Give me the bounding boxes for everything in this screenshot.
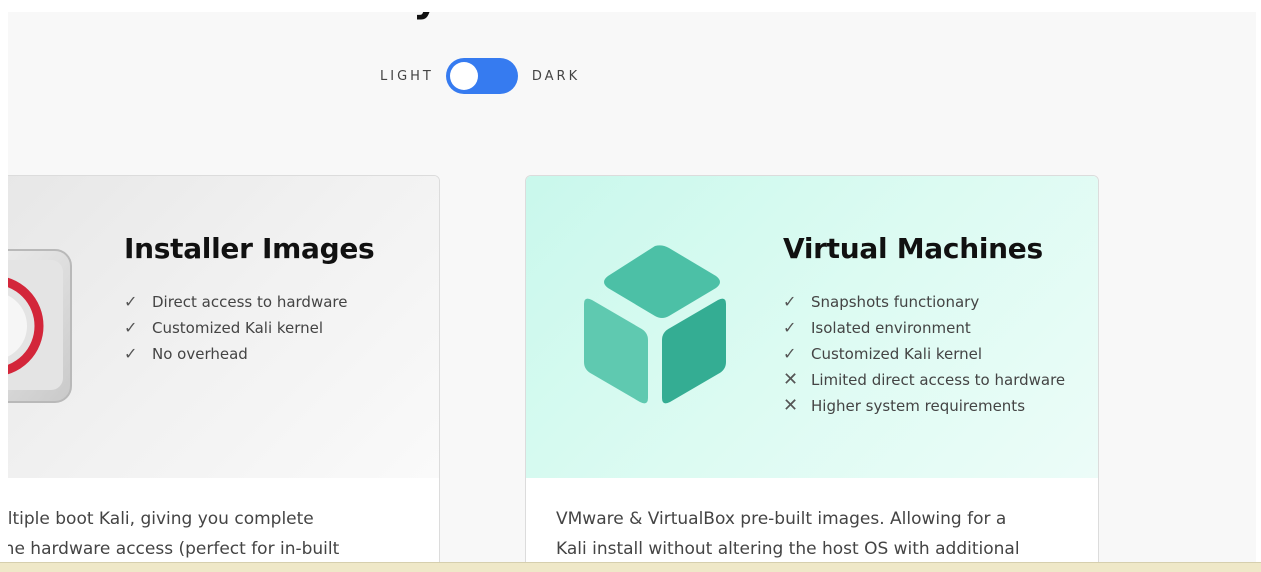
page-content: y LIGHT DARK Installer	[8, 12, 1256, 562]
vm-feature-list: ✓ Snapshots functionary ✓ Isolated envir…	[783, 289, 1073, 419]
check-icon: ✓	[783, 292, 797, 311]
installer-disc-icon	[8, 249, 72, 403]
feature-text: Higher system requirements	[811, 397, 1026, 415]
description-line: Kali install without altering the host O…	[556, 539, 1020, 559]
description-line: the hardware access (perfect for in-buil…	[8, 539, 340, 559]
theme-toggle-switch[interactable]	[445, 58, 518, 94]
list-item: ✓ Direct access to hardware	[124, 289, 424, 315]
list-item: ✓ Customized Kali kernel	[783, 341, 1073, 367]
check-icon: ✓	[124, 292, 138, 311]
feature-text: Customized Kali kernel	[811, 345, 983, 363]
feature-text: Direct access to hardware	[152, 293, 348, 311]
theme-toggle-knob	[449, 62, 478, 90]
feature-text: Snapshots functionary	[811, 293, 980, 311]
cross-icon: ✕	[783, 369, 799, 390]
check-icon: ✓	[783, 318, 797, 337]
installer-card-description: ultiple boot Kali, giving you complete t…	[8, 504, 339, 562]
vm-card-title: Virtual Machines	[783, 232, 1043, 265]
installer-images-card[interactable]: Installer Images ✓ Direct access to hard…	[8, 175, 440, 562]
installer-card-title: Installer Images	[124, 232, 375, 265]
cross-icon: ✕	[783, 395, 799, 416]
theme-toggle: LIGHT DARK	[380, 58, 580, 94]
installer-feature-list: ✓ Direct access to hardware ✓ Customized…	[124, 289, 424, 367]
vm-card-description: VMware & VirtualBox pre-built images. Al…	[556, 504, 1020, 562]
description-line: ultiple boot Kali, giving you complete	[8, 509, 314, 529]
feature-text: Customized Kali kernel	[152, 319, 324, 337]
virtual-machines-card[interactable]: Virtual Machines ✓ Snapshots functionary…	[525, 175, 1099, 562]
theme-toggle-light-label: LIGHT	[380, 68, 434, 84]
theme-toggle-dark-label: DARK	[531, 68, 581, 84]
section-title-fragment: y	[413, 12, 443, 22]
list-item: ✓ Isolated environment	[783, 315, 1073, 341]
description-line: VMware & VirtualBox pre-built images. Al…	[556, 509, 1007, 529]
vm-card-header: Virtual Machines ✓ Snapshots functionary…	[526, 176, 1098, 478]
section-title-text: y	[413, 12, 443, 18]
list-item: ✓ No overhead	[124, 341, 424, 367]
feature-text: No overhead	[152, 345, 248, 363]
list-item: ✓ Snapshots functionary	[783, 289, 1073, 315]
installer-card-header: Installer Images ✓ Direct access to hard…	[8, 176, 439, 478]
check-icon: ✓	[124, 344, 138, 363]
feature-text: Isolated environment	[811, 319, 971, 337]
check-icon: ✓	[783, 344, 797, 363]
list-item: ✕ Higher system requirements	[783, 393, 1073, 419]
list-item: ✓ Customized Kali kernel	[124, 315, 424, 341]
list-item: ✕ Limited direct access to hardware	[783, 367, 1073, 393]
check-icon: ✓	[124, 318, 138, 337]
feature-text: Limited direct access to hardware	[811, 371, 1066, 389]
cube-icon	[584, 245, 726, 404]
